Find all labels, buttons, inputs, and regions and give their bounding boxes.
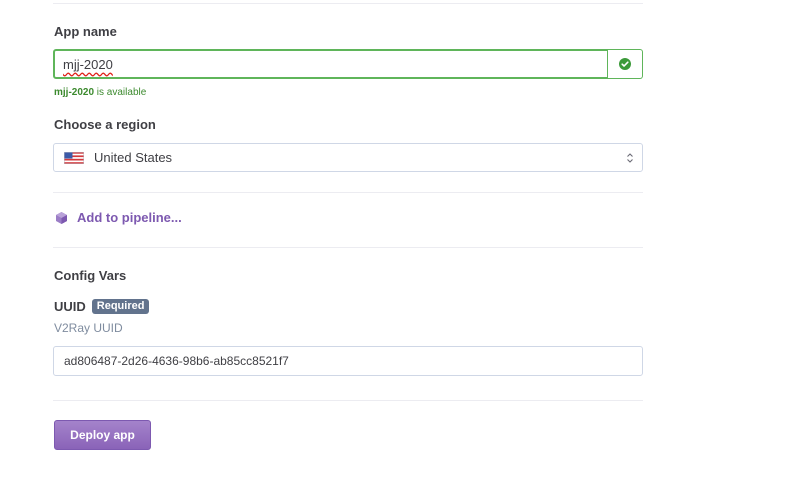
region-label: Choose a region <box>54 117 156 132</box>
config-var-description: V2Ray UUID <box>54 321 123 335</box>
config-var-key: UUID <box>54 299 86 314</box>
uuid-input[interactable]: ad806487-2d26-4636-98b6-ab85cc8521f7 <box>53 346 643 376</box>
availability-app-name: mjj-2020 <box>54 87 95 98</box>
us-flag-icon <box>64 151 84 164</box>
check-circle-icon <box>619 58 631 70</box>
config-divider <box>53 400 643 401</box>
add-to-pipeline-label: Add to pipeline... <box>77 210 182 225</box>
region-divider <box>53 192 643 193</box>
uuid-value: ad806487-2d26-4636-98b6-ab85cc8521f7 <box>64 354 289 368</box>
pipeline-divider <box>53 247 643 248</box>
region-select[interactable]: United States <box>53 143 643 172</box>
top-divider <box>53 3 643 4</box>
deploy-app-button[interactable]: Deploy app <box>54 420 151 450</box>
app-name-label: App name <box>54 24 117 39</box>
availability-text: is available <box>94 87 147 98</box>
pipeline-icon <box>56 211 67 224</box>
add-to-pipeline-link[interactable]: Add to pipeline... <box>54 210 182 225</box>
app-name-value: mjj-2020 <box>63 56 113 72</box>
config-vars-heading: Config Vars <box>54 268 127 283</box>
create-app-form: App name mjj-2020 mjj-2020 is available … <box>0 0 800 485</box>
config-var-header: UUID Required <box>54 299 150 314</box>
required-badge: Required <box>91 299 150 314</box>
region-selected-value: United States <box>94 150 173 165</box>
deploy-app-label: Deploy app <box>70 428 135 442</box>
select-arrows-icon <box>627 153 633 163</box>
availability-message: mjj-2020 is available <box>54 87 146 98</box>
app-name-input[interactable]: mjj-2020 <box>53 49 609 79</box>
availability-addon <box>608 49 643 79</box>
